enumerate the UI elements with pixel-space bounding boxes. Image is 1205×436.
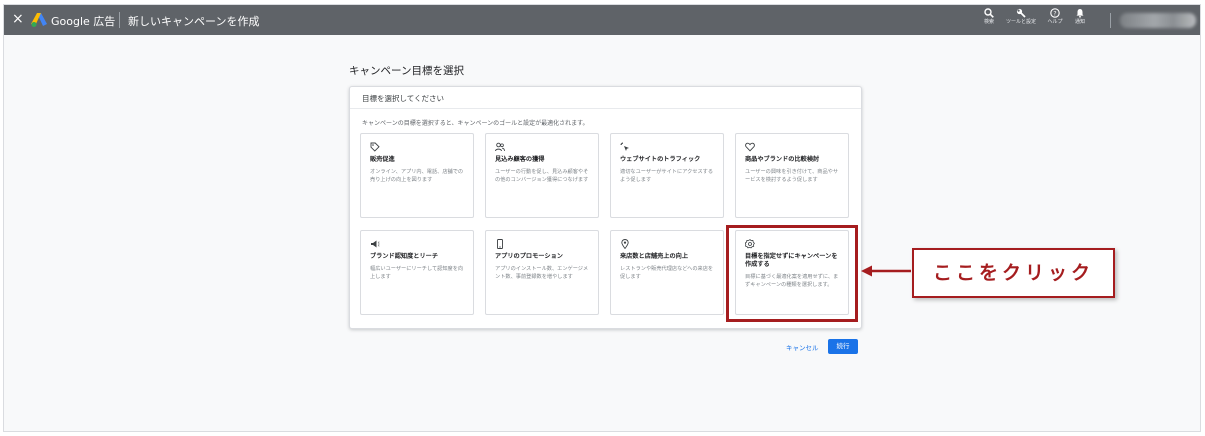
objective-card-consideration[interactable]: 商品やブランドの比較検討 ユーザーの興味を引き付けて、商品やサービスを検討するよ… — [735, 133, 849, 218]
highlight-box — [726, 225, 858, 322]
card-title: 来店数と店舗売上の向上 — [620, 253, 689, 260]
card-description: 幅広いユーザーにリーチして認知度を向上します — [370, 266, 464, 280]
help-icon: ? — [1050, 8, 1060, 18]
search-icon — [984, 8, 994, 18]
location-pin-icon — [621, 239, 629, 249]
notifications-button[interactable]: 通知 — [1063, 8, 1097, 34]
cancel-button[interactable]: キャンセル — [786, 342, 819, 352]
objective-card-local-store-visits[interactable]: 来店数と店舗売上の向上 レストランや販売代理店などへの来店を促します — [610, 230, 724, 315]
heart-icon — [745, 142, 755, 152]
phone-icon — [497, 239, 503, 249]
objective-card-website-traffic[interactable]: ウェブサイトのトラフィック 適切なユーザーがサイトにアクセスするよう促します — [610, 133, 724, 218]
svg-text:?: ? — [1053, 10, 1056, 17]
panel-header: 目標を選択してください — [350, 87, 861, 109]
tag-icon — [370, 142, 380, 152]
page-title: 新しいキャンペーンを作成 — [128, 15, 260, 28]
bell-icon — [1076, 9, 1084, 18]
objective-card-app-promotion[interactable]: アプリのプロモーション アプリのインストール数、エンゲージメント数、事前登録数を… — [485, 230, 599, 315]
panel-description: キャンペーンの目標を選択すると、キャンペーンのゴールと設定が最適化されます。 — [362, 120, 589, 127]
card-description: ユーザーの行動を促し、見込み顧客やその他のコンバージョン獲得につなげます — [495, 169, 589, 183]
megaphone-icon — [371, 240, 380, 248]
card-description: 適切なユーザーがサイトにアクセスするよう促します — [620, 169, 714, 183]
account-switcher[interactable] — [1120, 13, 1196, 28]
objective-card-brand-awareness[interactable]: ブランド認知度とリーチ 幅広いユーザーにリーチして認知度を向上します — [360, 230, 474, 315]
card-description: ユーザーの興味を引き付けて、商品やサービスを検討するよう促します — [745, 169, 839, 183]
brand-name: Google 広告 — [51, 15, 116, 28]
card-description: アプリのインストール数、エンゲージメント数、事前登録数を増やします — [495, 266, 589, 280]
card-description: レストランや販売代理店などへの来店を促します — [620, 266, 714, 280]
objective-card-sales[interactable]: 販売促進 オンライン、アプリ内、電話、店舗での売り上げの向上を図ります — [360, 133, 474, 218]
people-icon — [495, 142, 505, 152]
card-title: 商品やブランドの比較検討 — [745, 156, 820, 163]
card-title: ウェブサイトのトラフィック — [620, 156, 701, 163]
callout-label: ここをクリック — [912, 248, 1115, 298]
notifications-label: 通知 — [1074, 19, 1085, 25]
search-label: 検索 — [983, 19, 994, 25]
browser-frame: × Google 広告 新しいキャンペーンを作成 検索 ツールと設定 ? ヘルプ… — [3, 4, 1201, 432]
card-title: 見込み顧客の獲得 — [495, 156, 545, 163]
close-icon[interactable]: × — [12, 11, 24, 27]
objective-card-leads[interactable]: 見込み顧客の獲得 ユーザーの行動を促し、見込み顧客やその他のコンバージョン獲得に… — [485, 133, 599, 218]
search-button[interactable]: 検索 — [972, 8, 1006, 34]
wrench-icon — [1016, 8, 1026, 18]
card-description: オンライン、アプリ内、電話、店舗での売り上げの向上を図ります — [370, 169, 464, 183]
account-divider — [1110, 13, 1111, 28]
continue-button[interactable]: 続行 — [828, 339, 858, 354]
tools-settings-button[interactable]: ツールと設定 — [1004, 8, 1038, 34]
card-title: ブランド認知度とリーチ — [370, 253, 439, 260]
section-title: キャンペーン目標を選択 — [349, 65, 464, 77]
topbar-divider — [119, 12, 120, 28]
card-title: 販売促進 — [370, 156, 395, 163]
google-ads-logo-icon — [31, 13, 47, 27]
top-app-bar: × Google 広告 新しいキャンペーンを作成 検索 ツールと設定 ? ヘルプ… — [4, 5, 1200, 35]
tools-settings-label: ツールと設定 — [1005, 19, 1036, 25]
arrow-left-icon — [861, 265, 911, 277]
click-icon — [620, 142, 629, 151]
card-title: アプリのプロモーション — [495, 253, 563, 260]
